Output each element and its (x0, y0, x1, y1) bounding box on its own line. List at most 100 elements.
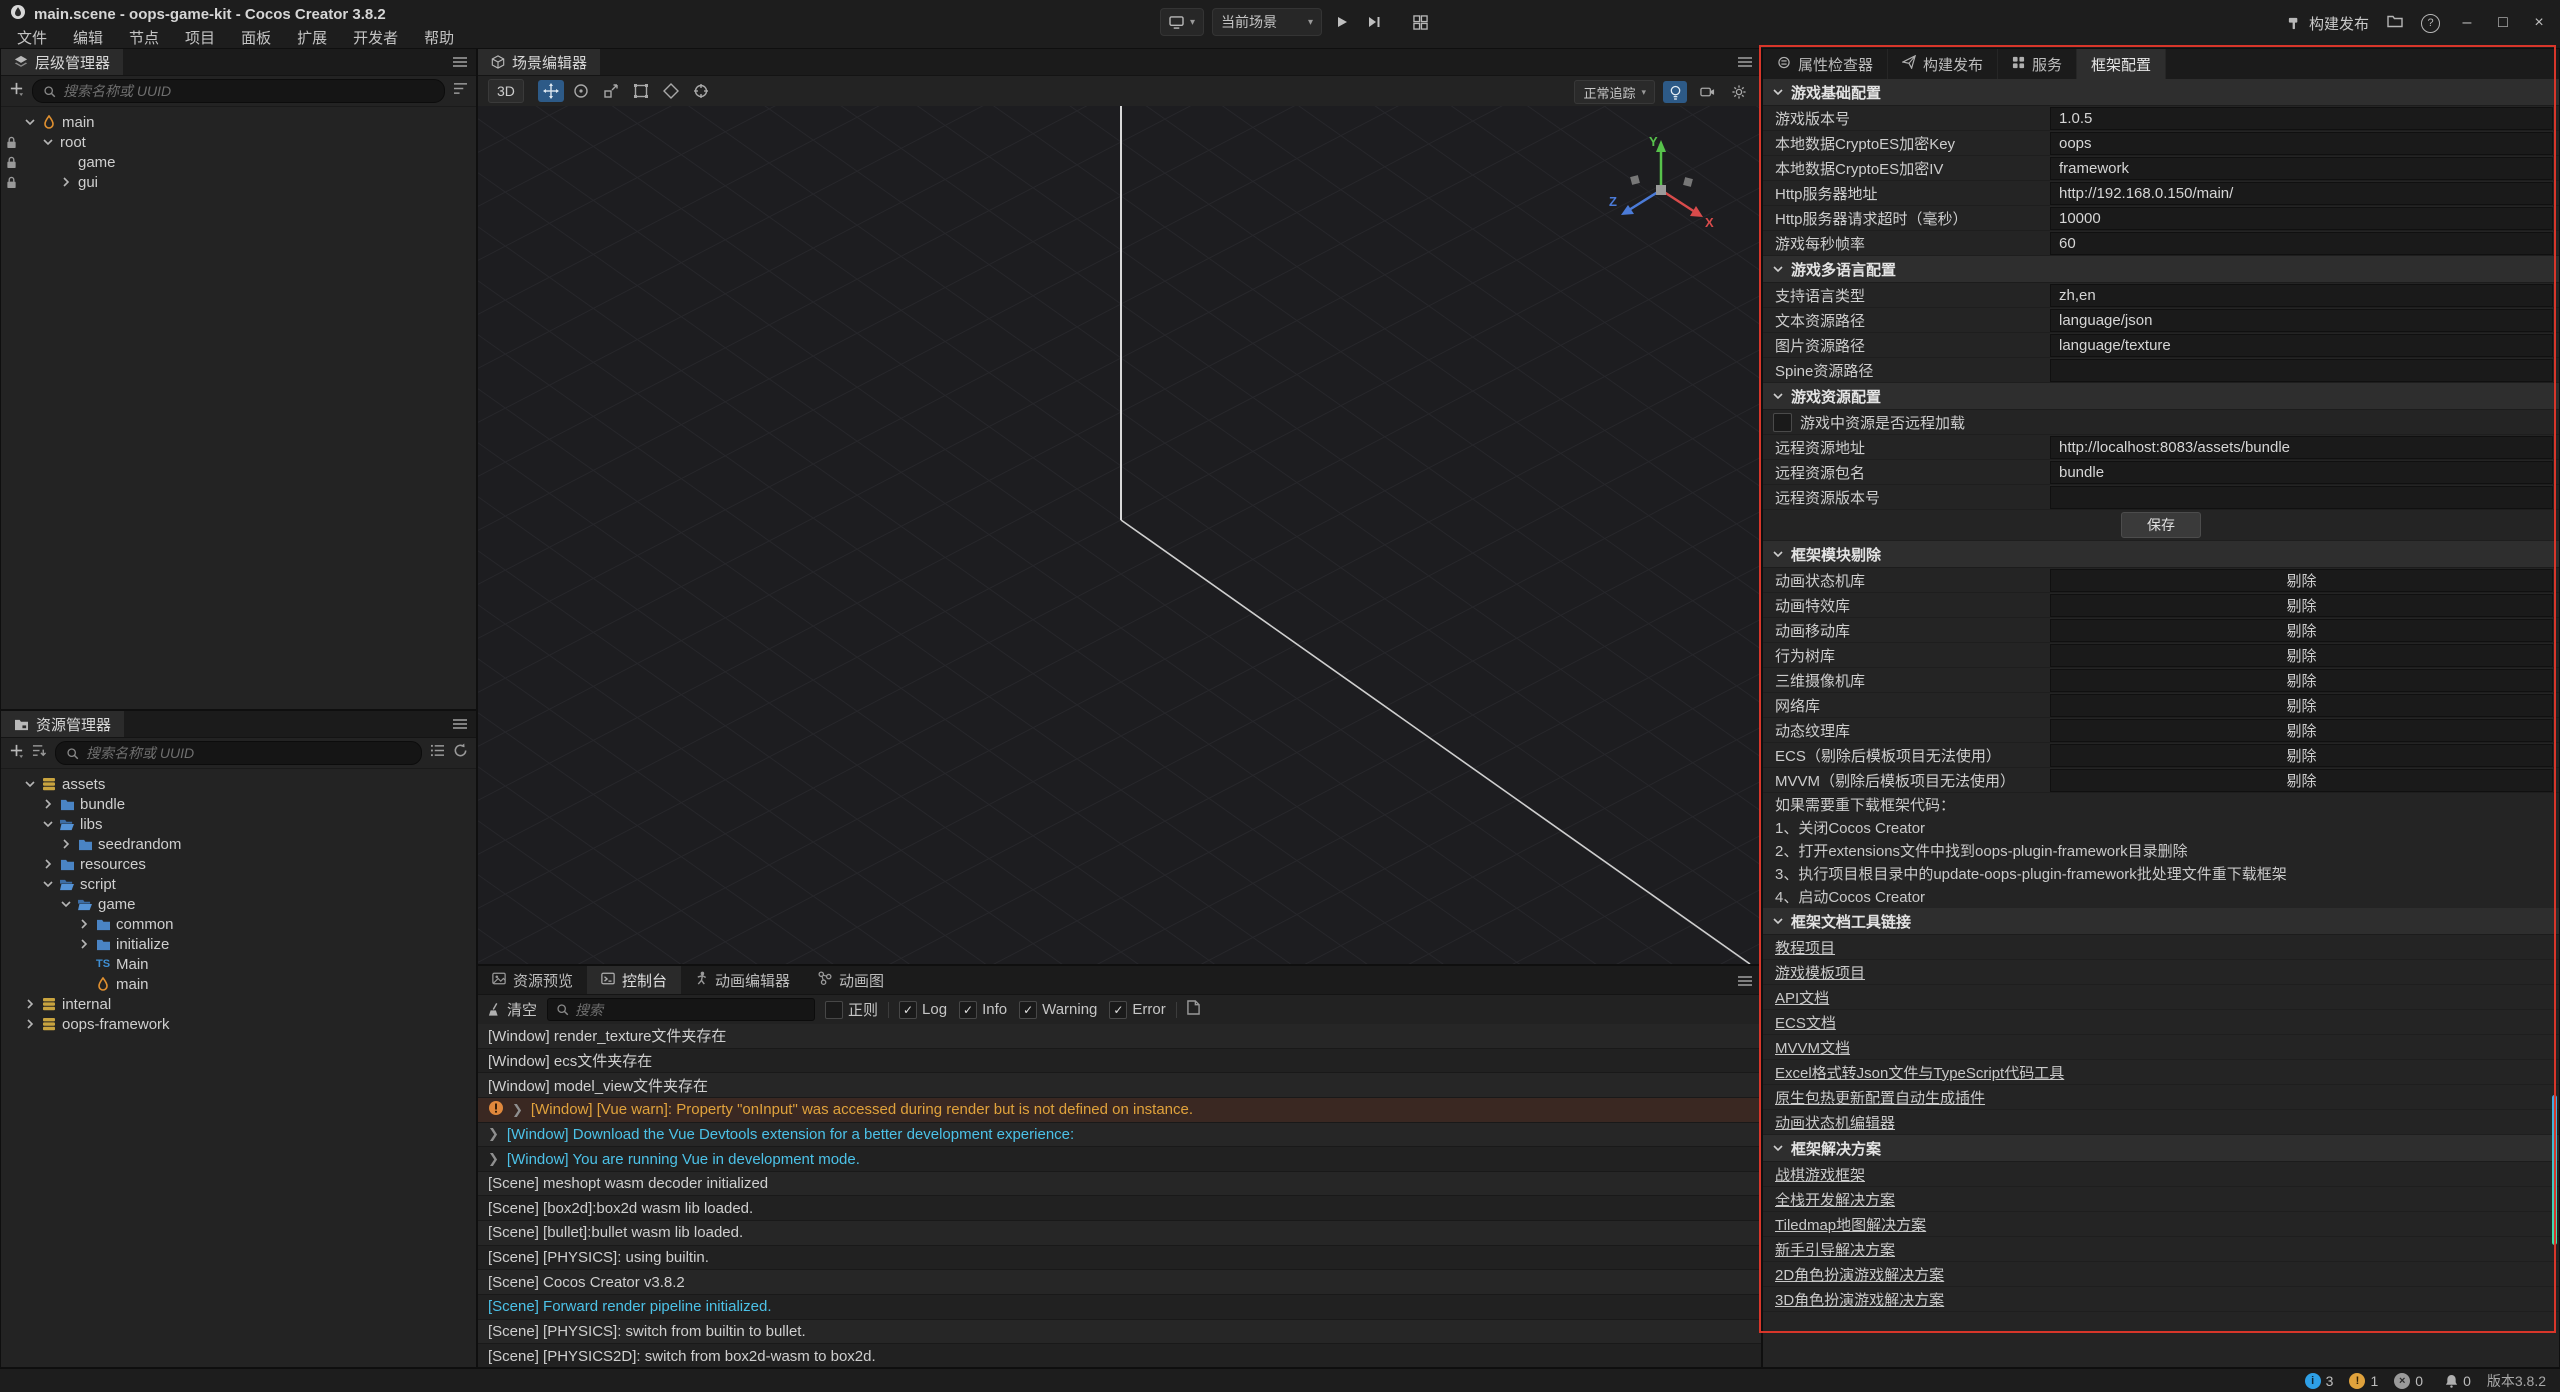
log-row[interactable]: [Scene] Cocos Creator v3.8.2 (478, 1270, 1761, 1295)
axis-gizmo[interactable]: Y X Z (1601, 128, 1721, 248)
remove-button[interactable]: 剔除 (2050, 694, 2553, 717)
scene-viewport[interactable]: Y X Z (478, 106, 1761, 964)
remove-button[interactable]: 剔除 (2050, 619, 2553, 642)
assets-search-input[interactable]: 搜索名称或 UUID (55, 741, 422, 765)
filter-icon[interactable] (453, 82, 468, 100)
console-search-input[interactable]: 搜索 (547, 998, 815, 1021)
log-row[interactable]: ❯[Window] You are running Vue in develop… (478, 1147, 1761, 1172)
hierarchy-node-root[interactable]: root (1, 132, 476, 152)
section-header-框架解决方案[interactable]: 框架解决方案 (1763, 1135, 2559, 1162)
remove-button[interactable]: 剔除 (2050, 569, 2553, 592)
link-row[interactable]: 2D角色扮演游戏解决方案 (1763, 1262, 2559, 1287)
asset-node-bundle[interactable]: bundle (1, 794, 476, 814)
log-row[interactable]: ❯[Window] [Vue warn]: Property "onInput"… (478, 1098, 1761, 1123)
render-mode-select[interactable]: 正常追踪 ▾ (1574, 80, 1655, 104)
expand-chevron-icon[interactable]: ❯ (488, 1151, 499, 1167)
link-row[interactable]: 游戏模板项目 (1763, 960, 2559, 985)
asset-node-oops-framework[interactable]: oops-framework (1, 1014, 476, 1034)
doc-link[interactable]: MVVM文档 (1775, 1037, 1850, 1058)
doc-link[interactable]: 3D角色扮演游戏解决方案 (1775, 1289, 1944, 1310)
doc-link[interactable]: 教程项目 (1775, 937, 1835, 958)
scene-select[interactable]: 当前场景 ▾ (1212, 8, 1322, 36)
refresh-icon[interactable] (453, 743, 468, 763)
section-header-框架文档工具链接[interactable]: 框架文档工具链接 (1763, 908, 2559, 935)
preview-platform-select[interactable]: ▾ (1160, 8, 1204, 36)
chevron-down-icon[interactable] (57, 899, 75, 909)
doc-link[interactable]: 新手引导解决方案 (1775, 1239, 1895, 1260)
field-input[interactable]: http://localhost:8083/assets/bundle (2050, 436, 2553, 459)
asset-node-libs[interactable]: libs (1, 814, 476, 834)
error-counter[interactable]: × 0 (2394, 1373, 2423, 1389)
menu-item[interactable]: 扩展 (284, 27, 340, 48)
chevron-down-icon[interactable] (39, 819, 57, 829)
asset-node-seedrandom[interactable]: seedrandom (1, 834, 476, 854)
remove-button[interactable]: 剔除 (2050, 744, 2553, 767)
asset-node-game[interactable]: game (1, 894, 476, 914)
log-file-icon[interactable] (1187, 1000, 1200, 1020)
dimension-toggle-button[interactable]: 3D (488, 79, 524, 103)
panel-menu-icon[interactable] (453, 55, 467, 73)
field-input[interactable]: 60 (2050, 232, 2553, 255)
inspector-tab-属性检查器[interactable]: 属性检查器 (1763, 49, 1888, 79)
link-row[interactable]: 战棋游戏框架 (1763, 1162, 2559, 1187)
link-row[interactable]: Tiledmap地图解决方案 (1763, 1212, 2559, 1237)
field-input[interactable]: oops (2050, 132, 2553, 155)
minimize-button[interactable]: – (2458, 14, 2476, 32)
field-input[interactable]: 1.0.5 (2050, 107, 2553, 130)
save-button[interactable]: 保存 (2121, 512, 2201, 538)
play-button[interactable] (1330, 9, 1354, 35)
chevron-right-icon[interactable] (21, 1019, 39, 1029)
link-row[interactable]: 动画状态机编辑器 (1763, 1110, 2559, 1135)
link-row[interactable]: API文档 (1763, 985, 2559, 1010)
chevron-right-icon[interactable] (21, 999, 39, 1009)
inspector-tab-框架配置[interactable]: 框架配置 (2077, 49, 2166, 79)
asset-filter-icon[interactable] (430, 744, 445, 762)
rotate-tool-button[interactable] (568, 80, 594, 102)
asset-node-internal[interactable]: internal (1, 994, 476, 1014)
remove-button[interactable]: 剔除 (2050, 719, 2553, 742)
scene-camera-toggle[interactable] (1695, 81, 1719, 103)
link-row[interactable]: 新手引导解决方案 (1763, 1237, 2559, 1262)
pivot-tool-button[interactable] (688, 80, 714, 102)
field-input[interactable]: framework (2050, 157, 2553, 180)
clear-console-button[interactable]: 清空 (488, 999, 537, 1020)
panel-menu-icon[interactable] (1738, 974, 1752, 992)
info-counter[interactable]: i 3 (2305, 1373, 2334, 1389)
asset-node-resources[interactable]: resources (1, 854, 476, 874)
hierarchy-node-gui[interactable]: gui (1, 172, 476, 192)
scene-light-toggle[interactable] (1663, 81, 1687, 103)
layout-grid-icon[interactable] (1408, 9, 1433, 35)
transform-tool-button[interactable] (658, 80, 684, 102)
log-row[interactable]: [Window] render_texture文件夹存在 (478, 1024, 1761, 1049)
log-row[interactable]: [Window] model_view文件夹存在 (478, 1073, 1761, 1098)
doc-link[interactable]: ECS文档 (1775, 1012, 1836, 1033)
menu-item[interactable]: 节点 (116, 27, 172, 48)
chevron-right-icon[interactable] (57, 839, 75, 849)
build-publish-button[interactable]: 构建发布 (2287, 13, 2369, 34)
close-button[interactable]: × (2530, 14, 2548, 32)
link-row[interactable]: 教程项目 (1763, 935, 2559, 960)
filter-checkbox-Info[interactable]: ✓Info (959, 1001, 1007, 1019)
menu-item[interactable]: 帮助 (411, 27, 467, 48)
regex-checkbox[interactable]: 正则 (825, 999, 878, 1020)
project-folder-icon[interactable] (2387, 14, 2403, 33)
console-tab-资源预览[interactable]: 资源预览 (478, 966, 587, 994)
tab-scene-editor[interactable]: 场景编辑器 (478, 49, 600, 75)
panel-menu-icon[interactable] (1738, 55, 1752, 73)
warning-counter[interactable]: ! 1 (2349, 1373, 2378, 1389)
sort-icon[interactable] (32, 744, 47, 763)
move-tool-button[interactable] (538, 80, 564, 102)
remove-button[interactable]: 剔除 (2050, 669, 2553, 692)
console-tab-动画编辑器[interactable]: 动画编辑器 (681, 966, 804, 994)
inspector-tab-服务[interactable]: 服务 (1998, 49, 2077, 79)
notification-counter[interactable]: 0 (2445, 1373, 2471, 1389)
menu-item[interactable]: 项目 (172, 27, 228, 48)
link-row[interactable]: 原生包热更新配置自动生成插件 (1763, 1085, 2559, 1110)
help-icon[interactable]: ? (2421, 14, 2440, 33)
link-row[interactable]: MVVM文档 (1763, 1035, 2559, 1060)
link-row[interactable]: 全栈开发解决方案 (1763, 1187, 2559, 1212)
field-input[interactable]: language/json (2050, 309, 2553, 332)
console-tab-控制台[interactable]: 控制台 (587, 966, 681, 994)
chevron-right-icon[interactable] (57, 177, 75, 187)
expand-chevron-icon[interactable]: ❯ (512, 1102, 523, 1118)
